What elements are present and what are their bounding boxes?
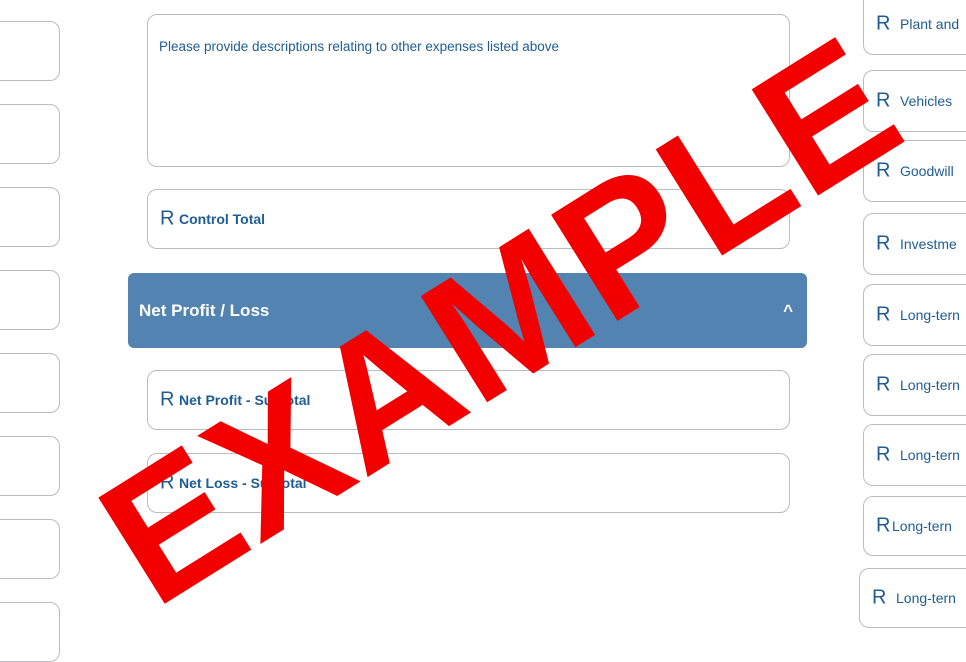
currency-symbol: R <box>160 388 175 411</box>
long-term-field-5[interactable]: R Long-tern <box>859 568 966 628</box>
goodwill-field[interactable]: R Goodwill <box>863 140 966 202</box>
control-total-field[interactable]: R Control Total <box>147 189 790 249</box>
investments-field[interactable]: R Investme <box>863 213 966 275</box>
currency-symbol: R <box>872 586 887 609</box>
other-expenses-placeholder: Please provide descriptions relating to … <box>159 39 559 54</box>
long-term-field-2[interactable]: R Long-tern <box>863 354 966 416</box>
plant-label: Plant and <box>900 15 960 32</box>
collapse-chevron-icon[interactable]: ^ <box>783 301 793 321</box>
net-profit-subtotal-field[interactable]: R Net Profit - Subtotal <box>147 370 790 430</box>
currency-symbol: R <box>876 373 891 396</box>
left-input-7[interactable] <box>0 519 60 579</box>
other-expenses-description-textarea[interactable]: Please provide descriptions relating to … <box>147 14 790 167</box>
left-input-3[interactable] <box>0 187 60 247</box>
long-term-field-3[interactable]: R Long-tern <box>863 424 966 486</box>
long-term-label: Long-tern <box>900 447 960 463</box>
vehicles-label: Vehicles <box>900 93 953 109</box>
left-input-6[interactable] <box>0 436 60 496</box>
long-term-label: Long-tern <box>892 518 952 534</box>
left-input-4[interactable] <box>0 270 60 330</box>
currency-symbol: R <box>876 89 891 112</box>
left-input-2[interactable] <box>0 104 60 164</box>
currency-symbol: R <box>876 303 891 326</box>
long-term-field-4[interactable]: R Long-tern <box>863 496 966 556</box>
net-loss-subtotal-label: Net Loss - Subtotal <box>179 475 307 491</box>
plant-and-equipment-field[interactable]: R Plant and <box>863 0 966 55</box>
left-input-1[interactable] <box>0 21 60 81</box>
long-term-field-1[interactable]: R Long-tern <box>863 284 966 346</box>
long-term-label: Long-tern <box>896 590 956 606</box>
left-input-5[interactable] <box>0 353 60 413</box>
currency-symbol: R <box>876 232 891 255</box>
section-title: Net Profit / Loss <box>139 300 270 320</box>
currency-symbol: R <box>876 12 891 34</box>
currency-symbol: R <box>160 207 175 230</box>
net-loss-subtotal-field[interactable]: R Net Loss - Subtotal <box>147 453 790 513</box>
vehicles-field[interactable]: R Vehicles <box>863 70 966 132</box>
investments-label: Investme <box>900 236 957 252</box>
net-profit-subtotal-label: Net Profit - Subtotal <box>179 392 311 408</box>
long-term-label: Long-tern <box>900 377 960 393</box>
currency-symbol: R <box>876 514 891 537</box>
currency-symbol: R <box>876 159 891 182</box>
long-term-label: Long-tern <box>900 307 960 323</box>
goodwill-label: Goodwill <box>900 163 954 179</box>
net-profit-loss-section-header[interactable]: Net Profit / Loss ^ <box>128 273 807 348</box>
control-total-label: Control Total <box>179 211 266 227</box>
currency-symbol: R <box>160 471 175 494</box>
left-input-8[interactable] <box>0 602 60 662</box>
currency-symbol: R <box>876 443 891 466</box>
